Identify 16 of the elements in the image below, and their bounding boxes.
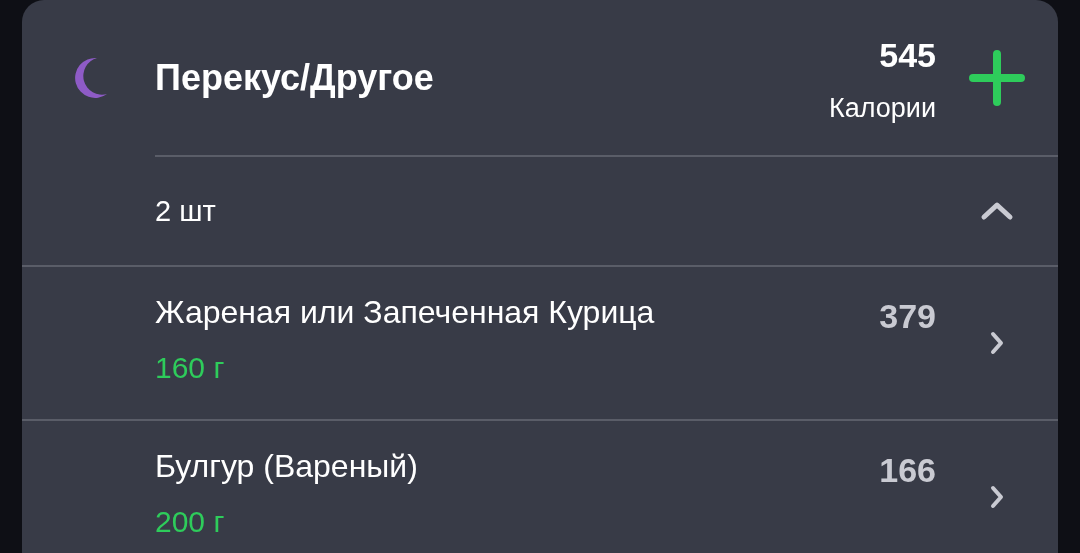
food-name: Жареная или Запеченная Курица [155, 293, 656, 331]
calorie-label: Калории [829, 92, 936, 124]
calorie-total: 545 [879, 35, 936, 75]
chevron-right-icon [990, 331, 1004, 355]
food-calories: 166 [879, 451, 936, 490]
food-item[interactable]: Булгур (Вареный) 200 г 166 [22, 421, 1058, 553]
add-button[interactable] [969, 49, 1025, 106]
food-amount: 160 г [155, 350, 226, 385]
chevron-right-icon [990, 485, 1004, 509]
food-name: Булгур (Вареный) [155, 447, 419, 485]
item-count: 2 шт [155, 194, 217, 228]
collapse-button[interactable] [980, 201, 1014, 221]
food-calories: 379 [879, 297, 936, 336]
food-amount: 200 г [155, 504, 226, 539]
meal-title: Перекус/Другое [155, 56, 435, 99]
food-item[interactable]: Жареная или Запеченная Курица 160 г 379 [22, 267, 1058, 419]
